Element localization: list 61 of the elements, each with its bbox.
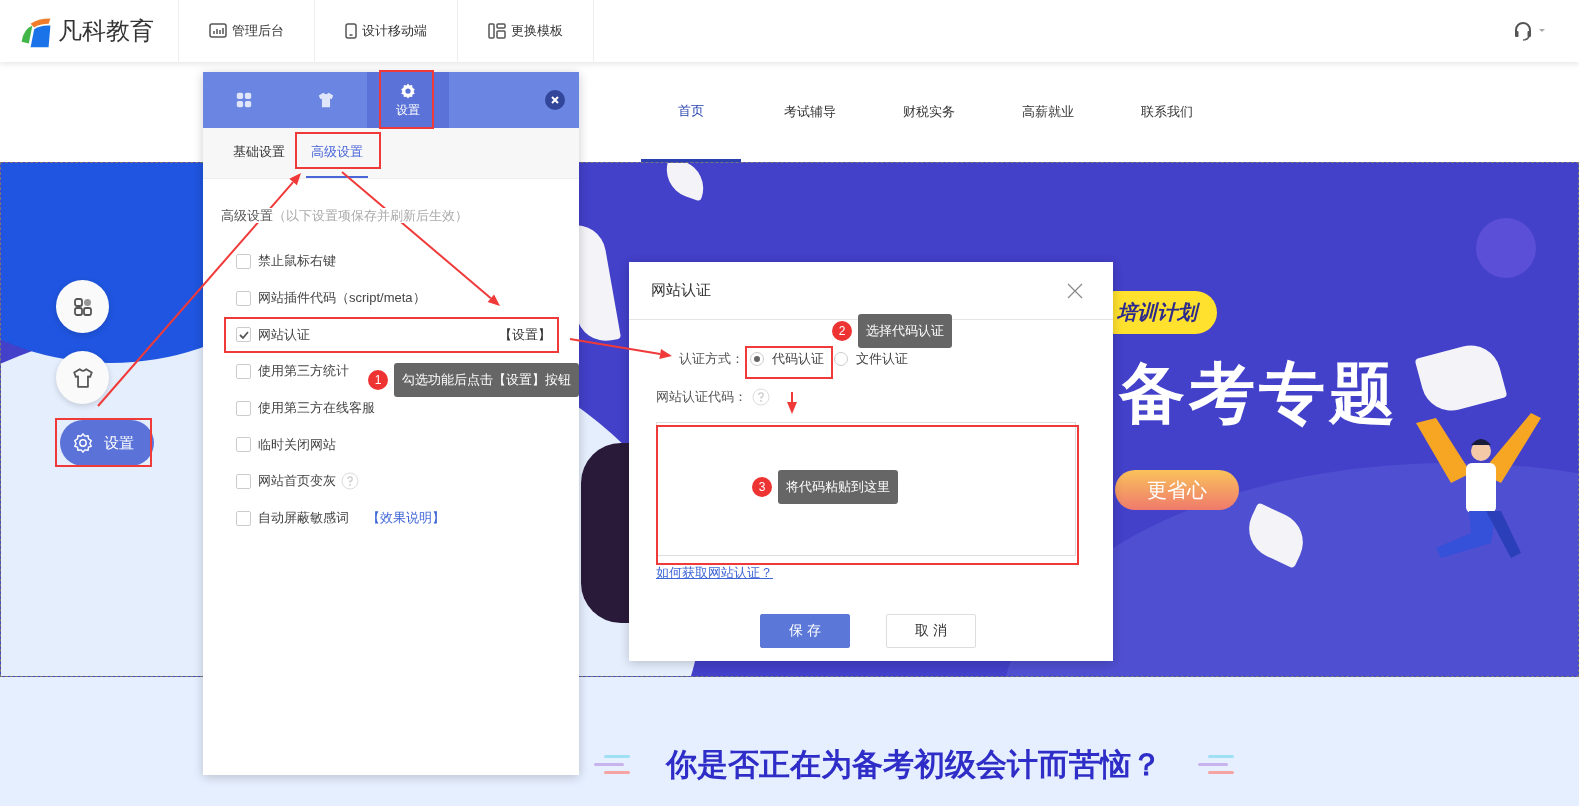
settings-link[interactable]: 【设置】 bbox=[499, 325, 551, 344]
toolbar-button[interactable]: 设计移动端 bbox=[315, 0, 458, 62]
close-icon[interactable] bbox=[545, 90, 565, 110]
nav-link[interactable]: 高薪就业 bbox=[998, 62, 1098, 162]
checkbox[interactable] bbox=[236, 290, 251, 306]
option-label: 禁止鼠标右键 bbox=[258, 252, 336, 271]
checkbox[interactable] bbox=[236, 473, 251, 489]
option-label: 自动屏蔽敏感词 bbox=[258, 509, 349, 528]
help-icon[interactable] bbox=[341, 472, 359, 491]
settings-icon bbox=[72, 432, 94, 454]
info-link[interactable]: 【效果说明】 bbox=[367, 509, 445, 528]
section-heading: 你是否正在为备考初级会计而苦恼？ bbox=[666, 746, 1162, 784]
section-title: 高级设置 bbox=[221, 208, 273, 223]
shirt-icon bbox=[71, 366, 94, 389]
option-label: 使用第三方在线客服 bbox=[258, 399, 375, 418]
save-button[interactable]: 保 存 bbox=[760, 614, 850, 648]
help-link[interactable]: 如何获取网站认证？ bbox=[656, 564, 1076, 582]
arrow bbox=[787, 391, 797, 414]
panel-tab[interactable]: 设置 bbox=[367, 72, 449, 128]
option-label: 使用第三方统计 bbox=[258, 362, 349, 381]
chart-icon bbox=[209, 23, 227, 39]
option-label: 网站首页变灰 bbox=[258, 472, 336, 491]
logo-text: 凡科教育 bbox=[58, 16, 154, 46]
banner-badge: 培训计划 bbox=[1111, 291, 1217, 334]
checkbox[interactable] bbox=[236, 437, 251, 453]
field-label: 认证方式： bbox=[679, 350, 744, 368]
checkbox[interactable] bbox=[236, 363, 251, 379]
banner-headline: 备考专题 bbox=[1119, 355, 1399, 432]
radio-option[interactable]: 代码认证 bbox=[750, 350, 824, 368]
nav-link[interactable]: 联系我们 bbox=[1117, 62, 1217, 162]
checkbox[interactable] bbox=[236, 400, 251, 416]
settings-button[interactable]: 设置 bbox=[60, 420, 154, 466]
highlight-frame bbox=[379, 70, 434, 129]
radio-option[interactable]: 文件认证 bbox=[834, 350, 908, 368]
option-label: 网站插件代码（script/meta） bbox=[258, 289, 426, 308]
toolbar-button[interactable]: 更换模板 bbox=[458, 0, 594, 62]
checkbox[interactable] bbox=[236, 327, 251, 343]
panel-subtab[interactable]: 基础设置 bbox=[228, 128, 290, 178]
callout-tooltip: 将代码粘贴到这里 bbox=[778, 470, 898, 504]
lines-icon bbox=[592, 753, 632, 777]
callout-tooltip: 勾选功能后点击【设置】按钮 bbox=[394, 363, 579, 397]
nav-link[interactable]: 考试辅导 bbox=[760, 62, 860, 162]
layout-icon bbox=[488, 23, 506, 39]
panel-subtab[interactable]: 高级设置 bbox=[306, 128, 368, 178]
phone-icon bbox=[345, 23, 357, 39]
close-icon[interactable] bbox=[1067, 282, 1083, 299]
callout-tooltip: 选择代码认证 bbox=[858, 314, 952, 348]
shirt-icon bbox=[317, 91, 335, 109]
field-label: 网站认证代码： bbox=[656, 388, 747, 406]
checkbox[interactable] bbox=[236, 253, 251, 269]
cancel-button[interactable]: 取 消 bbox=[886, 614, 976, 648]
grid-icon bbox=[72, 296, 93, 317]
settings-icon bbox=[399, 81, 417, 100]
nav-link[interactable]: 财税实务 bbox=[879, 62, 979, 162]
option-label: 临时关闭网站 bbox=[258, 435, 336, 454]
dialog-title: 网站认证 bbox=[651, 281, 711, 300]
lines-icon bbox=[1196, 753, 1236, 777]
option-label: 网站认证 bbox=[258, 325, 310, 344]
grid-icon bbox=[235, 91, 253, 109]
checkbox[interactable] bbox=[236, 510, 251, 526]
toolbar-button[interactable]: 管理后台 bbox=[179, 0, 315, 62]
